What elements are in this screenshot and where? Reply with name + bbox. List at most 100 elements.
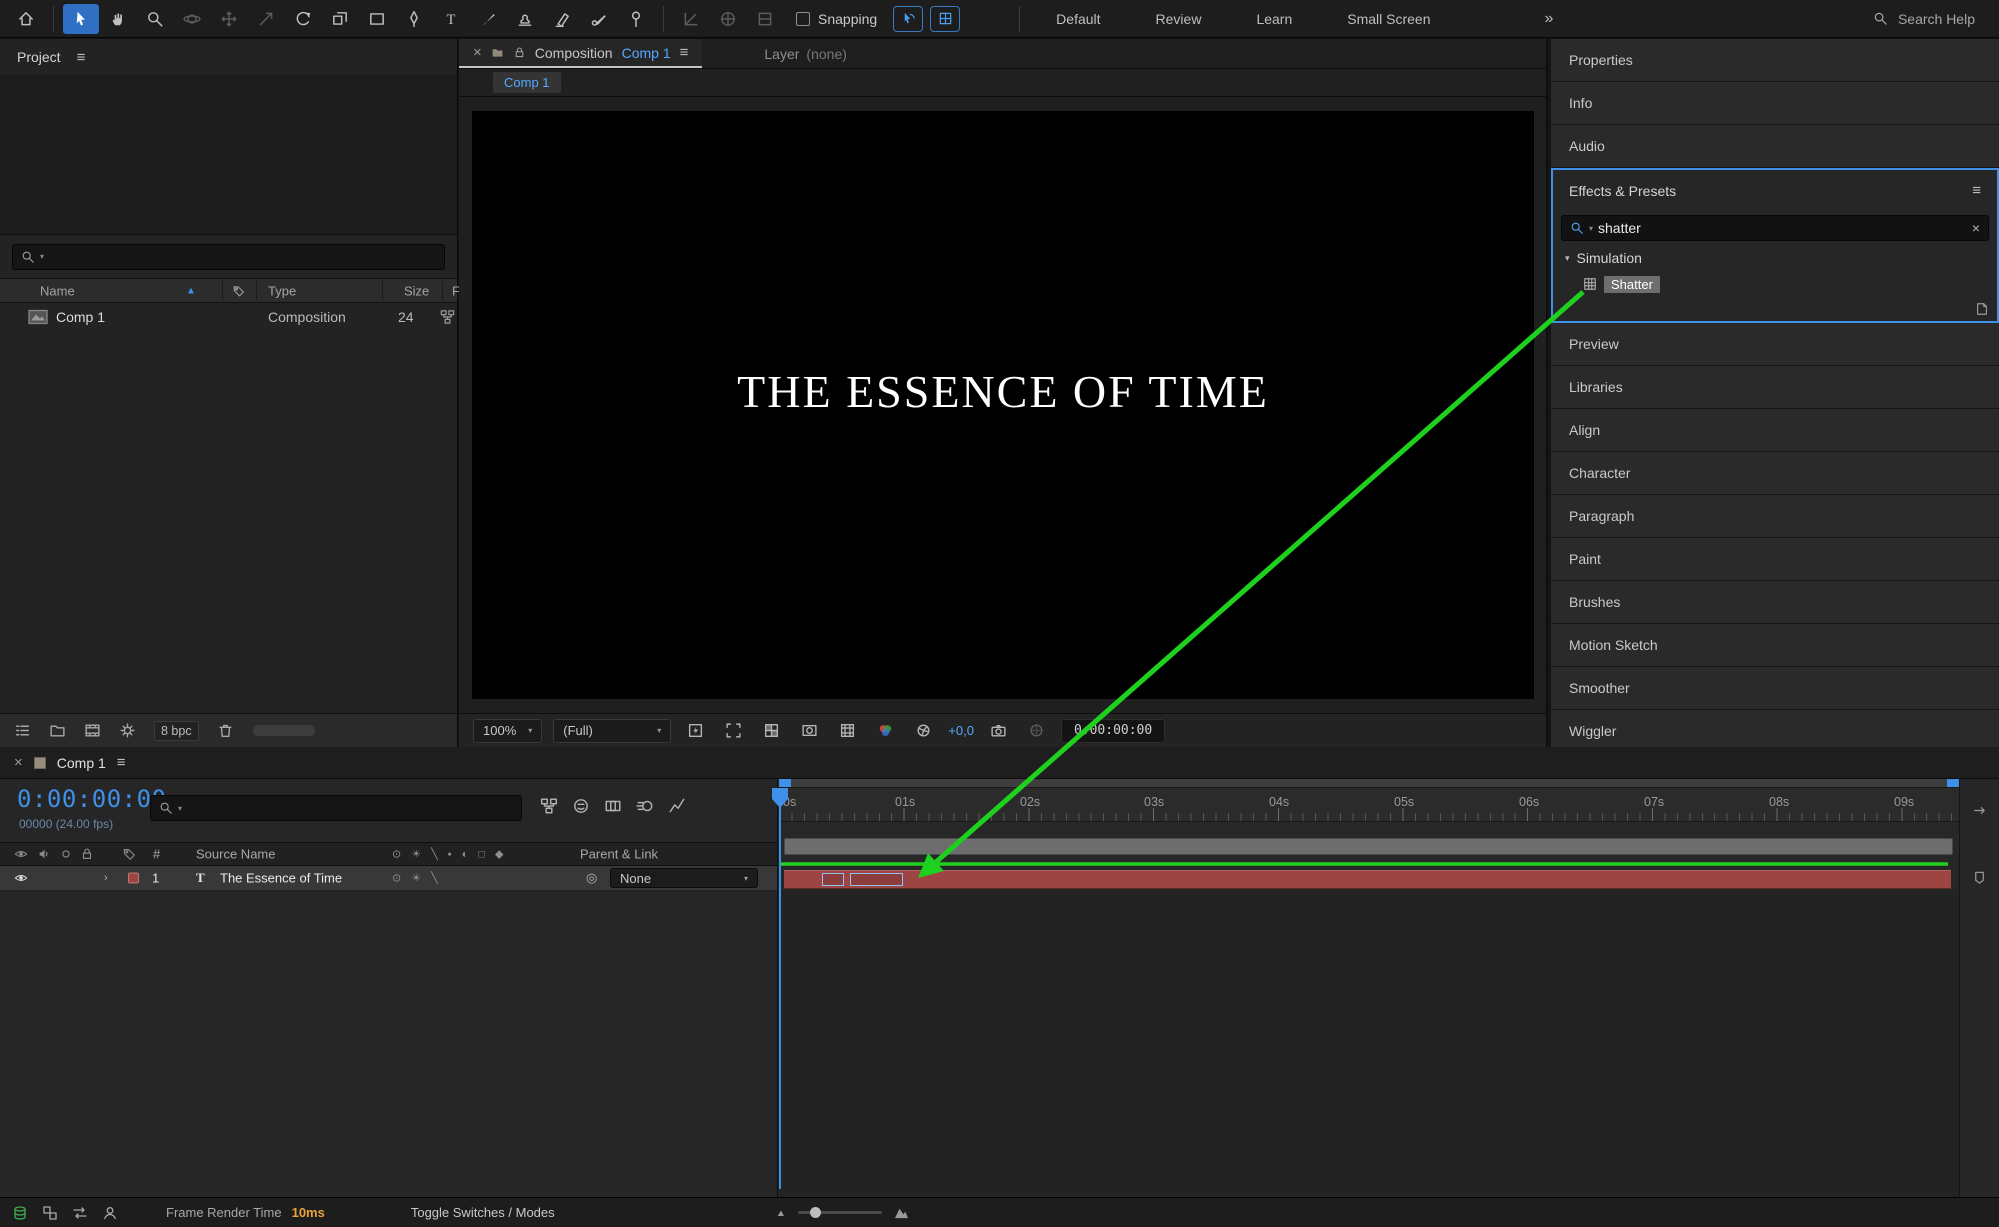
workspace-overflow-chevron[interactable]: »: [1529, 10, 1570, 28]
snapping-toggle[interactable]: Snapping: [796, 11, 877, 27]
panel-tab-brushes[interactable]: Brushes: [1551, 581, 1999, 624]
layer-name[interactable]: The Essence of Time: [220, 871, 342, 886]
composition-canvas[interactable]: THE ESSENCE OF TIME: [472, 111, 1534, 699]
panel-tab-preview[interactable]: Preview: [1551, 323, 1999, 366]
selection-tool[interactable]: [63, 4, 99, 34]
roto-brush-tool[interactable]: [581, 4, 617, 34]
sort-ascending-icon[interactable]: ▲: [186, 285, 196, 296]
panel-menu-icon[interactable]: ≡: [680, 44, 689, 61]
parent-link-dropdown[interactable]: None ▾: [610, 868, 758, 888]
time-navigator-bar[interactable]: [779, 779, 1959, 788]
comp-breadcrumb-chip[interactable]: Comp 1: [493, 72, 561, 93]
project-item-comp1[interactable]: Comp 1 Composition 24: [0, 303, 457, 330]
eraser-tool[interactable]: [544, 4, 580, 34]
grid-guides-icon[interactable]: [834, 719, 861, 743]
label-column-tag-icon[interactable]: [232, 284, 245, 297]
panel-tab-paint[interactable]: Paint: [1551, 538, 1999, 581]
layer-expander-chevron-icon[interactable]: ›: [104, 872, 108, 884]
twirl-down-icon[interactable]: ▾: [1565, 253, 1570, 264]
brush-tool[interactable]: [470, 4, 506, 34]
snapping-option-grid-icon[interactable]: [930, 6, 960, 32]
exposure-reset-icon[interactable]: [910, 719, 937, 743]
search-help[interactable]: Search Help: [1873, 11, 1975, 27]
layer-row-1[interactable]: › 1 T The Essence of Time ⊙☀╲ ◎ None ▾: [0, 866, 777, 891]
world-axis-mode-icon[interactable]: [710, 4, 746, 34]
viewer-timecode[interactable]: 0:00:00:00: [1061, 719, 1165, 743]
layer-duration-bar[interactable]: [784, 870, 1951, 889]
orbit-camera-tool[interactable]: [174, 4, 210, 34]
clear-search-icon[interactable]: ×: [1972, 220, 1980, 236]
render-engine-status-icon[interactable]: [12, 1205, 28, 1221]
project-search-input[interactable]: ▾: [12, 244, 445, 270]
transparency-grid-icon[interactable]: [758, 719, 785, 743]
panel-tab-audio[interactable]: Audio: [1551, 125, 1999, 168]
solo-column-icon[interactable]: [59, 847, 73, 861]
graph-editor-icon[interactable]: [668, 797, 686, 815]
layer-bar-segment[interactable]: [850, 873, 903, 886]
list-view-icon[interactable]: [14, 722, 31, 739]
parent-pick-whip-icon[interactable]: ◎: [586, 870, 597, 886]
layer-switches-icons[interactable]: ⊙☀╲▪◐□◆: [392, 848, 513, 861]
frame-blending-icon[interactable]: [604, 797, 622, 815]
panel-tab-libraries[interactable]: Libraries: [1551, 366, 1999, 409]
new-composition-button[interactable]: [84, 722, 101, 739]
pen-tool[interactable]: [396, 4, 432, 34]
comp-navigator-icon[interactable]: [1960, 803, 1999, 818]
label-column-tag-icon[interactable]: [122, 847, 136, 861]
magnification-dropdown[interactable]: 100% ▾: [473, 719, 542, 743]
exposure-value[interactable]: +0,0: [948, 723, 974, 738]
time-ruler[interactable]: 0s 01s 02s 03s 04s 05s 06s 07s 08s 09s: [779, 788, 1959, 822]
project-panel-header[interactable]: Project ≡: [0, 39, 457, 75]
fast-previews-icon[interactable]: [682, 719, 709, 743]
layer-viewer-tab[interactable]: Layer (none): [764, 46, 847, 62]
transfer-arrows-icon[interactable]: [72, 1205, 88, 1221]
close-panel-icon[interactable]: ×: [14, 754, 23, 771]
project-settings-icon[interactable]: [119, 722, 136, 739]
timeline-tab-comp1[interactable]: Comp 1: [57, 755, 106, 771]
current-timecode[interactable]: 0:00:00:00: [17, 785, 167, 813]
effects-search-input[interactable]: ▾ shatter ×: [1561, 215, 1989, 241]
project-sync-icon[interactable]: [42, 1205, 58, 1221]
column-header-source-name[interactable]: Source Name: [196, 847, 275, 862]
mask-visibility-icon[interactable]: [796, 719, 823, 743]
video-column-eye-icon[interactable]: [14, 847, 28, 861]
puppet-pin-tool[interactable]: [618, 4, 654, 34]
mini-flowchart-icon[interactable]: [540, 797, 558, 815]
column-header-name[interactable]: Name: [40, 283, 75, 298]
view-axis-mode-icon[interactable]: [747, 4, 783, 34]
panel-tab-align[interactable]: Align: [1551, 409, 1999, 452]
panel-tab-character[interactable]: Character: [1551, 452, 1999, 495]
panel-menu-icon[interactable]: ≡: [1972, 182, 1981, 199]
column-header-type[interactable]: Type: [268, 283, 296, 298]
work-area-bar[interactable]: [784, 838, 1953, 855]
snapping-checkbox[interactable]: [796, 12, 810, 26]
type-tool[interactable]: T: [433, 4, 469, 34]
column-header-parent-link[interactable]: Parent & Link: [580, 847, 658, 862]
rotation-tool[interactable]: [285, 4, 321, 34]
column-header-index[interactable]: #: [153, 847, 160, 862]
workspace-review[interactable]: Review: [1129, 11, 1229, 27]
column-header-size[interactable]: Size: [404, 283, 429, 298]
panel-menu-icon[interactable]: ≡: [77, 49, 86, 66]
close-tab-icon[interactable]: ×: [473, 44, 482, 61]
panel-tab-effects-presets[interactable]: Effects & Presets ≡: [1553, 170, 1997, 211]
pan-behind-tool[interactable]: [322, 4, 358, 34]
zoom-in-mountain-icon[interactable]: [894, 1205, 909, 1220]
timeline-zoom-slider[interactable]: [798, 1211, 882, 1214]
zoom-tool[interactable]: [137, 4, 173, 34]
panel-tab-info[interactable]: Info: [1551, 82, 1999, 125]
panel-menu-icon[interactable]: ≡: [117, 754, 126, 771]
navigator-end-handle[interactable]: [1947, 779, 1959, 787]
motion-blur-icon[interactable]: [636, 797, 654, 815]
panel-tab-smoother[interactable]: Smoother: [1551, 667, 1999, 710]
snapshot-camera-icon[interactable]: [985, 719, 1012, 743]
channel-color-icon[interactable]: [872, 719, 899, 743]
panel-tab-paragraph[interactable]: Paragraph: [1551, 495, 1999, 538]
workspace-small-screen[interactable]: Small Screen: [1320, 11, 1457, 27]
composition-tab[interactable]: × Composition Comp 1 ≡: [459, 39, 702, 68]
panel-tab-properties[interactable]: Properties: [1551, 39, 1999, 82]
workspace-learn[interactable]: Learn: [1229, 11, 1319, 27]
snapping-option-cursor-icon[interactable]: [893, 6, 923, 32]
audio-column-speaker-icon[interactable]: [37, 847, 51, 861]
zoom-out-mountain-icon[interactable]: [777, 1207, 788, 1218]
